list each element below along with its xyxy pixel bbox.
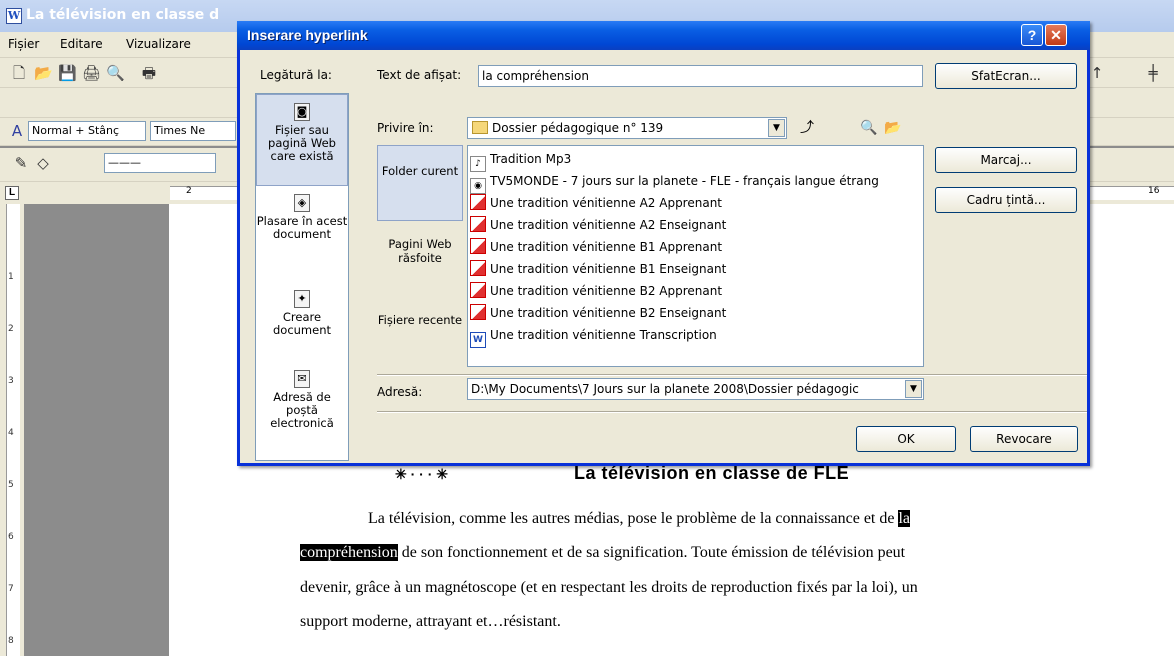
research-icon[interactable]: 🔍 — [106, 64, 125, 82]
chevron-down-icon[interactable]: ▼ — [905, 380, 922, 398]
decorative-image: ✳︎ · · · ✳︎ — [395, 466, 449, 482]
list-item[interactable]: Une tradition vénitienne B2 Enseignant — [470, 302, 920, 324]
link-email-address[interactable]: ✉ Adresă de poștă electronică — [256, 370, 348, 430]
close-icon[interactable]: ✕ — [1045, 24, 1067, 46]
save-icon[interactable]: 💾 — [58, 64, 77, 82]
pencil-icon[interactable]: ✎ — [12, 154, 30, 172]
ruler-mark: 4 — [8, 428, 14, 438]
font-combo[interactable]: Times Ne — [150, 121, 236, 141]
word-window-title: La télévision en classe d — [26, 7, 220, 23]
pdf-file-icon — [470, 216, 486, 232]
browse-web-icon[interactable]: 🔍 — [858, 118, 880, 139]
list-item[interactable]: W Une tradition vénitienne Transcription — [470, 324, 920, 348]
selected-text: la — [898, 510, 911, 527]
vertical-ruler: 1 2 3 4 5 6 7 8 — [0, 204, 24, 656]
eraser-icon[interactable]: ◇ — [34, 154, 52, 172]
table-icon[interactable]: ╪ — [1144, 64, 1162, 82]
ruler-mark: 5 — [8, 480, 14, 490]
link-to-label: Legătură la: — [260, 68, 332, 82]
help-icon[interactable]: ? — [1021, 24, 1043, 46]
address-label: Adresă: — [377, 385, 423, 399]
target-frame-button[interactable]: Cadru țintă... — [935, 187, 1077, 213]
word-file-icon: W — [470, 332, 486, 348]
web-page-icon: ◙ — [294, 103, 310, 121]
link-place-in-document[interactable]: ◈ Plasare în acest document — [256, 194, 348, 241]
current-folder-tab[interactable]: Folder curent — [377, 145, 463, 221]
pdf-file-icon — [470, 260, 486, 276]
bookmark-button[interactable]: Marcaj... — [935, 147, 1077, 173]
document-heading: La télévision en classe de FLE — [574, 463, 850, 483]
document-line: compréhension de son fonctionnement et d… — [300, 544, 906, 561]
ruler-mark: 2 — [186, 186, 192, 196]
list-item[interactable]: ◉ TV5MONDE - 7 jours sur la planete - FLE… — [470, 170, 920, 194]
divider — [377, 411, 1087, 413]
document-place-icon: ◈ — [294, 194, 310, 212]
ruler-mark: 6 — [8, 532, 14, 542]
email-icon: ✉ — [294, 370, 310, 388]
pdf-file-icon — [470, 238, 486, 254]
ruler-mark: 2 — [8, 324, 14, 334]
ruler-mark: 3 — [8, 376, 14, 386]
document-line: support moderne, attrayant et…résistant. — [300, 613, 561, 630]
look-in-bar: Folder curent Pagini Web răsfoite Fișier… — [377, 145, 466, 369]
document-line: devenir, grâce à un magnétoscope (et en … — [300, 579, 918, 596]
look-in-select[interactable]: Dossier pédagogique n° 139 ▼ — [467, 117, 787, 139]
ruler-mark: 16 — [1148, 186, 1160, 196]
pdf-file-icon — [470, 194, 486, 210]
address-input[interactable]: D:\My Documents\7 Jours sur la planete 2… — [467, 378, 924, 400]
ruler-mark: 7 — [8, 584, 14, 594]
tab-selector-icon[interactable]: L — [5, 186, 19, 200]
styles-icon[interactable]: A — [8, 122, 26, 140]
recent-files-tab[interactable]: Fișiere recente — [377, 313, 463, 357]
display-text-label: Text de afișat: — [377, 68, 462, 82]
sort-icon[interactable]: ↑ — [1088, 64, 1106, 82]
display-text-input[interactable]: la compréhension — [478, 65, 923, 87]
browsed-pages-tab[interactable]: Pagini Web răsfoite — [377, 237, 463, 281]
pdf-file-icon — [470, 282, 486, 298]
word-app-icon: W — [6, 8, 22, 24]
ok-button[interactable]: OK — [856, 426, 956, 452]
ruler-mark: 1 — [8, 272, 14, 282]
link-create-document[interactable]: ✦ Creare document — [256, 290, 348, 337]
new-document-icon: ✦ — [294, 290, 310, 308]
folder-icon — [472, 121, 488, 134]
look-in-label: Privire în: — [377, 121, 434, 135]
browse-file-icon[interactable]: 📂 — [882, 118, 904, 139]
up-folder-icon[interactable]: ⤴ — [796, 118, 818, 139]
permission-icon[interactable]: 🖨 — [82, 64, 101, 82]
print-icon[interactable]: 🖶 — [140, 64, 158, 82]
menu-view[interactable]: Vizualizare — [126, 37, 191, 51]
list-item[interactable]: Une tradition vénitienne A2 Enseignant — [470, 214, 920, 236]
chevron-down-icon[interactable]: ▼ — [768, 119, 785, 137]
selected-text: compréhension — [300, 544, 398, 561]
style-combo[interactable]: Normal + Stânç — [28, 121, 146, 141]
dialog-title-bar[interactable]: Inserare hyperlink ? ✕ — [237, 21, 1090, 50]
dialog-title: Inserare hyperlink — [247, 27, 368, 43]
list-item[interactable]: Une tradition vénitienne A2 Apprenant — [470, 192, 920, 214]
new-icon[interactable]: 🗋 — [10, 64, 28, 82]
link-to-bar: ◙ Fișier sau pagină Web care există ◈ Pl… — [255, 93, 349, 461]
list-item[interactable]: Une tradition vénitienne B1 Enseignant — [470, 258, 920, 280]
open-icon[interactable]: 📂 — [34, 64, 53, 82]
menu-file[interactable]: Fișier — [8, 37, 39, 51]
link-existing-file[interactable]: ◙ Fișier sau pagină Web care există — [256, 94, 348, 186]
list-item[interactable]: Une tradition vénitienne B1 Apprenant — [470, 236, 920, 258]
menu-edit[interactable]: Editare — [60, 37, 103, 51]
list-item[interactable]: ♪ Tradition Mp3 — [470, 148, 920, 172]
document-line: La télévision, comme les autres médias, … — [368, 510, 911, 527]
screentip-button[interactable]: SfatEcran... — [935, 63, 1077, 89]
pdf-file-icon — [470, 304, 486, 320]
divider — [377, 374, 1087, 376]
list-item[interactable]: Une tradition vénitienne B2 Apprenant — [470, 280, 920, 302]
file-list[interactable]: ♪ Tradition Mp3 ◉ TV5MONDE - 7 jours sur l… — [467, 145, 924, 367]
insert-hyperlink-dialog: Inserare hyperlink ? ✕ Legătură la: ◙ Fi… — [237, 21, 1090, 466]
ruler-mark: 8 — [8, 636, 14, 646]
cancel-button[interactable]: Revocare — [970, 426, 1078, 452]
line-style-combo[interactable]: ——— — [104, 153, 216, 173]
